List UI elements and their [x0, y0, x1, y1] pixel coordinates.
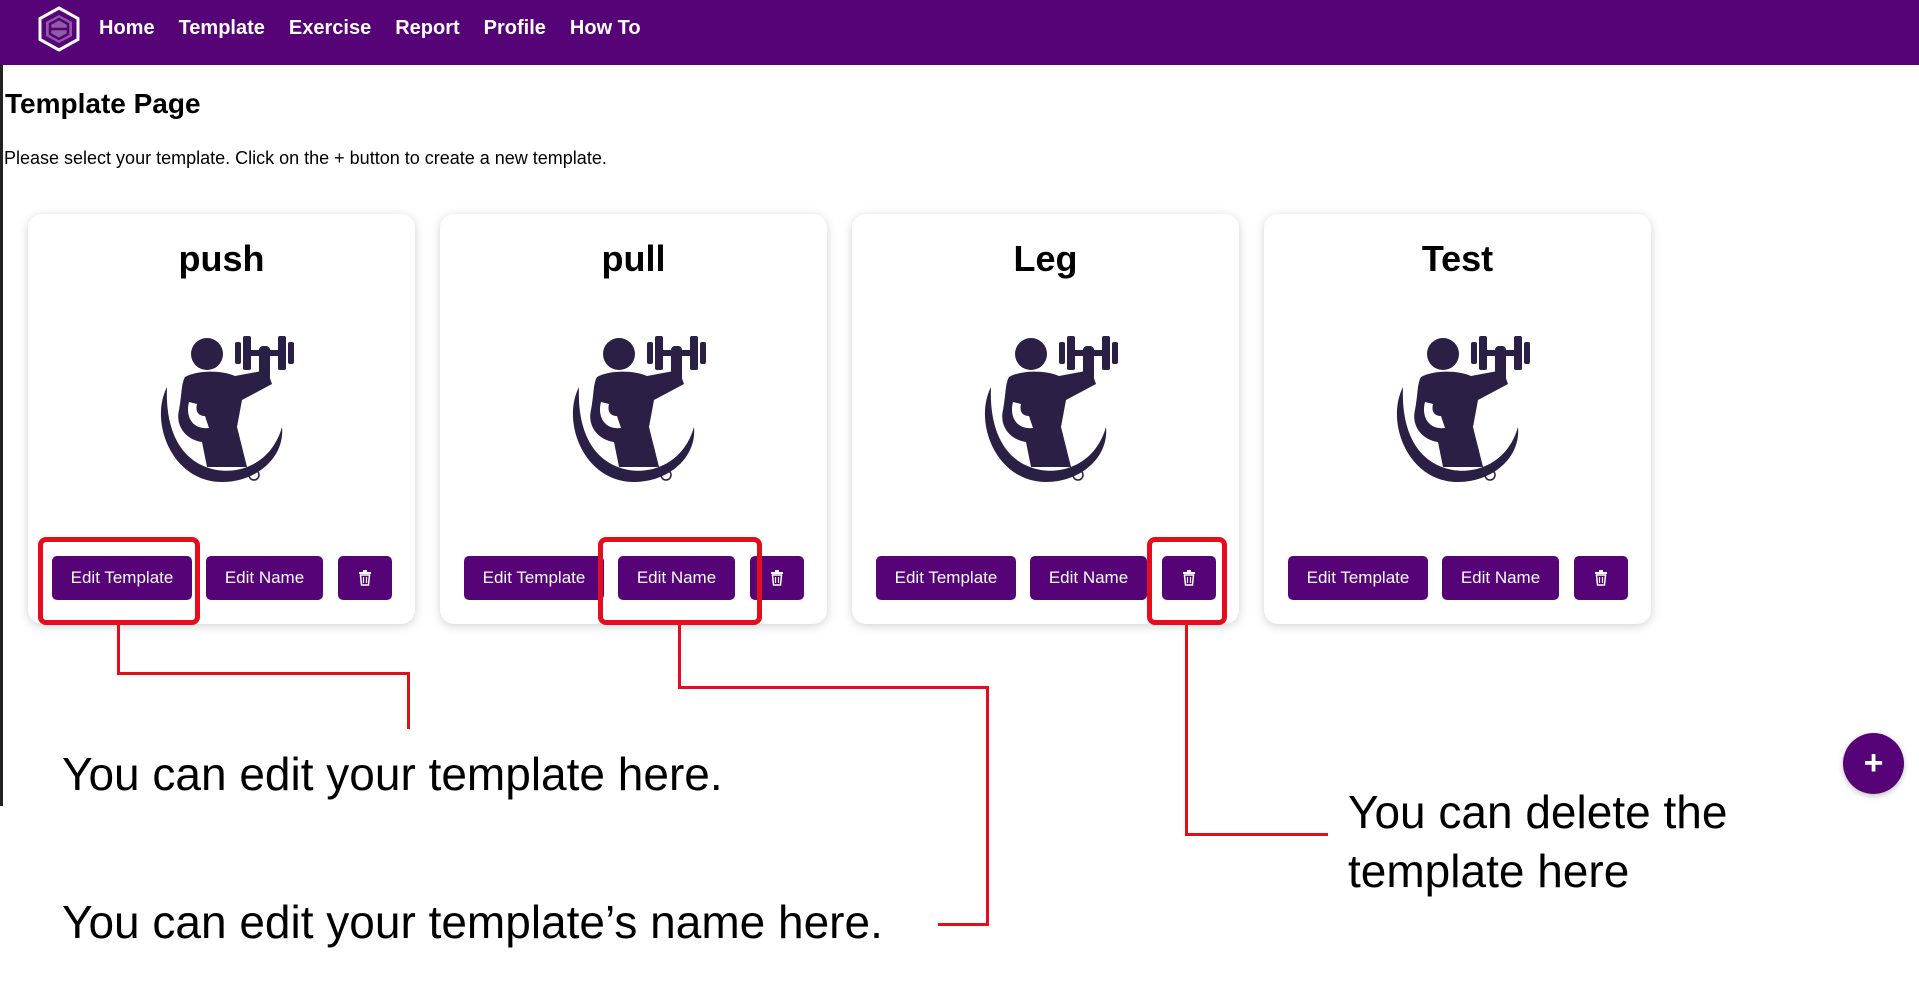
callout-line [678, 686, 989, 689]
delete-highlight [1147, 537, 1227, 625]
top-navbar: Home Template Exercise Report Profile Ho… [0, 0, 1919, 65]
edit-name-button[interactable]: Edit Name [206, 556, 323, 600]
trash-icon [770, 569, 784, 586]
nav-link-home[interactable]: Home [99, 17, 155, 40]
nav-link-how-to[interactable]: How To [570, 17, 641, 40]
edit-template-highlight [38, 537, 200, 625]
callout-delete-line2: template here [1348, 845, 1630, 897]
nav-link-profile[interactable]: Profile [484, 17, 546, 40]
trash-icon [1594, 569, 1608, 586]
trash-icon [358, 569, 372, 586]
edit-name-highlight [598, 537, 762, 625]
nav-link-report[interactable]: Report [395, 17, 459, 40]
delete-button[interactable] [338, 556, 392, 600]
edit-template-button[interactable]: Edit Template [464, 556, 604, 600]
nav-link-template[interactable]: Template [179, 17, 265, 40]
card-title: Test [1421, 238, 1494, 279]
weightlifter-icon [160, 335, 295, 483]
template-card-test[interactable]: Test Edit Template Edit Name [1264, 214, 1651, 624]
callout-delete-line1: You can delete the [1348, 786, 1728, 838]
delete-button[interactable] [1574, 556, 1628, 600]
card-title: Leg [1013, 238, 1078, 279]
callout-line [1185, 625, 1188, 836]
edit-template-button[interactable]: Edit Template [1288, 556, 1428, 600]
callout-edit-name: You can edit your template’s name here. [62, 896, 883, 948]
callout-line [117, 625, 120, 675]
weightlifter-icon [572, 335, 707, 483]
nav-links: Home Template Exercise Report Profile Ho… [99, 0, 665, 57]
card-title: pull [601, 238, 666, 279]
callout-line [986, 686, 989, 926]
nav-link-exercise[interactable]: Exercise [289, 17, 371, 40]
weightlifter-icon [1396, 335, 1531, 483]
edit-template-button[interactable]: Edit Template [876, 556, 1016, 600]
callout-edit-template: You can edit your template here. [62, 748, 723, 800]
page-subtitle: Please select your template. Click on th… [4, 148, 607, 168]
callout-line [407, 672, 410, 729]
edit-name-button[interactable]: Edit Name [1442, 556, 1559, 600]
window-edge [0, 0, 3, 806]
edit-name-button[interactable]: Edit Name [1030, 556, 1147, 600]
weightlifter-icon [984, 335, 1119, 483]
callout-line [938, 923, 989, 926]
callout-line [1185, 833, 1328, 836]
card-title: push [178, 238, 265, 279]
callout-line [117, 672, 410, 675]
hexagon-logo-icon[interactable] [36, 6, 82, 52]
add-template-button[interactable]: + [1843, 733, 1904, 794]
callout-line [678, 625, 681, 688]
page-title: Template Page [5, 88, 201, 119]
